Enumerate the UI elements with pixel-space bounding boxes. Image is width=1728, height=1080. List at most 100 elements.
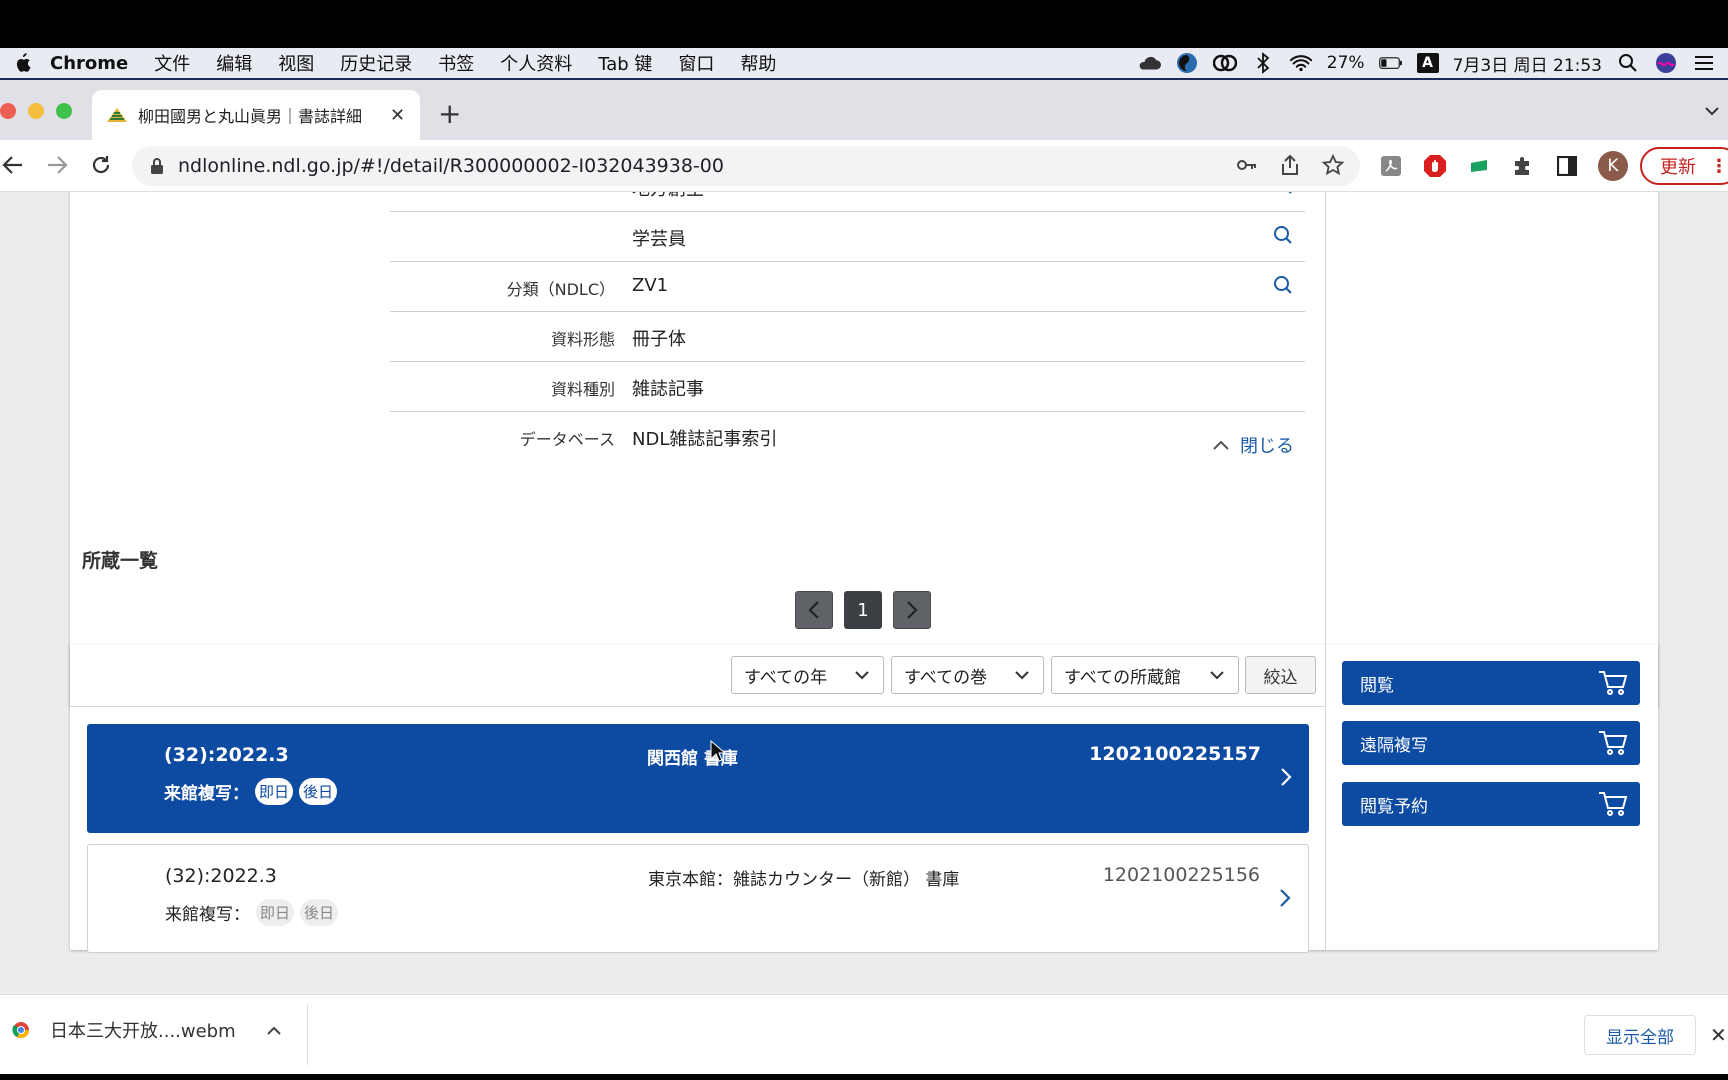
update-button[interactable]: 更新 ⋮ bbox=[1640, 147, 1728, 185]
tab-close-icon[interactable]: ✕ bbox=[390, 105, 405, 126]
close-details-link[interactable]: 閉じる bbox=[1212, 432, 1294, 458]
ndl-favicon-icon bbox=[107, 108, 127, 122]
side-panel-icon[interactable] bbox=[1554, 153, 1580, 179]
detail-card-divider bbox=[1325, 192, 1326, 706]
view-button[interactable]: 閲覧 bbox=[1342, 661, 1640, 705]
tab-strip: 柳田國男と丸山眞男｜書誌詳細 ✕ + bbox=[0, 80, 1728, 140]
menu-bar-status-area: 27% A 7月3日 周日 21:53 bbox=[1137, 48, 1716, 78]
menu-tab[interactable]: Tab 键 bbox=[598, 50, 652, 76]
close-details-label: 閉じる bbox=[1240, 436, 1294, 457]
chevron-up-icon[interactable] bbox=[266, 1024, 282, 1036]
new-tab-button[interactable]: + bbox=[438, 100, 461, 128]
mac-menu-bar: Chrome 文件 编辑 视图 历史记录 书签 个人资料 Tab 键 窗口 帮助… bbox=[0, 48, 1728, 80]
menu-datetime[interactable]: 7月3日 周日 21:53 bbox=[1453, 51, 1602, 76]
cloud-icon[interactable] bbox=[1137, 52, 1161, 74]
window-close-button[interactable] bbox=[0, 103, 16, 119]
menu-edit[interactable]: 编辑 bbox=[216, 50, 252, 76]
download-bar: 日本三大开放....webm 显示全部 ✕ bbox=[0, 994, 1728, 1074]
download-filename: 日本三大开放....webm bbox=[50, 1021, 236, 1042]
remote-copy-button[interactable]: 遠隔複写 bbox=[1342, 721, 1640, 765]
browser-toolbar: ndlonline.ndl.go.jp/#!/detail/R300000002… bbox=[0, 140, 1728, 192]
chevron-down-icon bbox=[855, 671, 869, 680]
holding-copy-label: 来館複写： bbox=[165, 905, 250, 925]
reserve-view-button-label: 閲覧予約 bbox=[1360, 796, 1428, 817]
detail-row-type: 資料種別 雑誌記事 bbox=[390, 362, 1305, 412]
search-icon[interactable] bbox=[1273, 275, 1293, 295]
battery-icon[interactable] bbox=[1378, 52, 1403, 74]
bluetooth-icon[interactable] bbox=[1251, 52, 1275, 74]
detail-row-value: 冊子体 bbox=[632, 329, 686, 350]
browser-tab-active[interactable]: 柳田國男と丸山眞男｜書誌詳細 ✕ bbox=[92, 90, 420, 140]
menu-file[interactable]: 文件 bbox=[154, 50, 190, 76]
detail-row-label: データベース bbox=[519, 430, 615, 449]
menu-view[interactable]: 视图 bbox=[278, 50, 314, 76]
detail-row-label: 資料種別 bbox=[550, 380, 615, 399]
detail-row-value: 地方創生 bbox=[632, 192, 704, 201]
download-item[interactable]: 日本三大开放....webm bbox=[12, 1017, 282, 1043]
back-button[interactable] bbox=[0, 152, 26, 178]
search-icon[interactable] bbox=[1273, 192, 1293, 195]
library-filter-select[interactable]: すべての所蔵館 bbox=[1051, 656, 1239, 694]
apply-filter-button[interactable]: 絞込 bbox=[1245, 656, 1316, 694]
pager-next-button[interactable] bbox=[893, 591, 931, 629]
reload-button[interactable] bbox=[88, 152, 114, 178]
spotlight-search-icon[interactable] bbox=[1616, 52, 1640, 74]
reserve-view-button[interactable]: 閲覧予約 bbox=[1342, 782, 1640, 826]
same-day-copy-badge: 即日 bbox=[256, 899, 295, 926]
holding-item-selected[interactable]: (32):2022.3 関西館 書庫 1202100225157 来館複写： 即… bbox=[87, 724, 1309, 833]
wifi-icon[interactable] bbox=[1289, 52, 1313, 74]
lock-icon[interactable] bbox=[150, 157, 164, 175]
window-zoom-button[interactable] bbox=[56, 103, 72, 119]
holdings-card: すべての年 すべての巻 すべての所蔵館 絞込 (32):2022.3 関西館 書… bbox=[70, 645, 1658, 953]
url-text[interactable]: ndlonline.ndl.go.jp/#!/detail/R300000002… bbox=[178, 155, 724, 177]
library-filter-value: すべての所蔵館 bbox=[1064, 667, 1182, 688]
menu-profiles[interactable]: 个人资料 bbox=[500, 50, 572, 76]
green-extension-icon[interactable] bbox=[1466, 153, 1492, 179]
filter-bar-divider bbox=[70, 706, 1325, 707]
adblock-extension-icon[interactable] bbox=[1422, 153, 1448, 179]
menu-history[interactable]: 历史记录 bbox=[340, 50, 412, 76]
same-day-copy-badge: 即日 bbox=[255, 778, 294, 805]
creative-cloud-icon[interactable] bbox=[1212, 52, 1237, 74]
siri-icon[interactable] bbox=[1654, 52, 1678, 74]
tab-search-chevron-icon[interactable] bbox=[1704, 104, 1720, 118]
cart-icon bbox=[1599, 792, 1628, 816]
menu-window[interactable]: 窗口 bbox=[678, 50, 714, 76]
more-menu-icon[interactable]: ⋮ bbox=[1710, 156, 1728, 177]
profile-avatar[interactable]: K bbox=[1598, 151, 1628, 181]
extensions-puzzle-icon[interactable] bbox=[1510, 153, 1536, 179]
sync-icon[interactable] bbox=[1175, 52, 1199, 74]
forward-button[interactable] bbox=[44, 152, 70, 178]
chevron-up-icon bbox=[1213, 440, 1229, 450]
pager-page-1[interactable]: 1 bbox=[844, 591, 882, 629]
detail-row-value: ZV1 bbox=[632, 275, 669, 296]
year-filter-select[interactable]: すべての年 bbox=[731, 656, 884, 694]
menu-help[interactable]: 帮助 bbox=[740, 50, 776, 76]
control-center-icon[interactable] bbox=[1692, 52, 1716, 74]
volume-filter-select[interactable]: すべての巻 bbox=[891, 656, 1044, 694]
show-all-downloads-button[interactable]: 显示全部 bbox=[1584, 1015, 1696, 1055]
window-minimize-button[interactable] bbox=[28, 103, 44, 119]
menu-bookmarks[interactable]: 书签 bbox=[438, 50, 474, 76]
apple-icon[interactable] bbox=[12, 52, 32, 74]
input-method-indicator[interactable]: A bbox=[1416, 53, 1439, 73]
password-key-icon[interactable] bbox=[1236, 154, 1258, 176]
detail-row-value: 雑誌記事 bbox=[632, 379, 704, 400]
share-icon[interactable] bbox=[1280, 154, 1300, 176]
address-bar[interactable]: ndlonline.ndl.go.jp/#!/detail/R300000002… bbox=[132, 146, 1360, 186]
chevron-down-icon bbox=[1015, 671, 1029, 680]
cart-icon bbox=[1599, 671, 1628, 695]
detail-row: 地方創生 bbox=[390, 192, 1305, 212]
chrome-file-icon bbox=[12, 1022, 30, 1039]
close-download-bar-icon[interactable]: ✕ bbox=[1710, 1023, 1727, 1047]
detail-row-label: 分類（NDLC） bbox=[506, 280, 615, 299]
pdf-extension-icon[interactable] bbox=[1378, 153, 1404, 179]
chevron-down-icon bbox=[1210, 671, 1224, 680]
search-icon[interactable] bbox=[1273, 225, 1293, 245]
year-filter-value: すべての年 bbox=[744, 667, 828, 688]
bookmark-star-icon[interactable] bbox=[1322, 154, 1344, 176]
chevron-right-icon bbox=[1280, 889, 1291, 907]
pager-prev-button[interactable] bbox=[795, 591, 833, 629]
holding-item[interactable]: (32):2022.3 東京本館：雑誌カウンター（新館） 書庫 12021002… bbox=[87, 844, 1309, 953]
menu-app-name[interactable]: Chrome bbox=[50, 53, 128, 74]
